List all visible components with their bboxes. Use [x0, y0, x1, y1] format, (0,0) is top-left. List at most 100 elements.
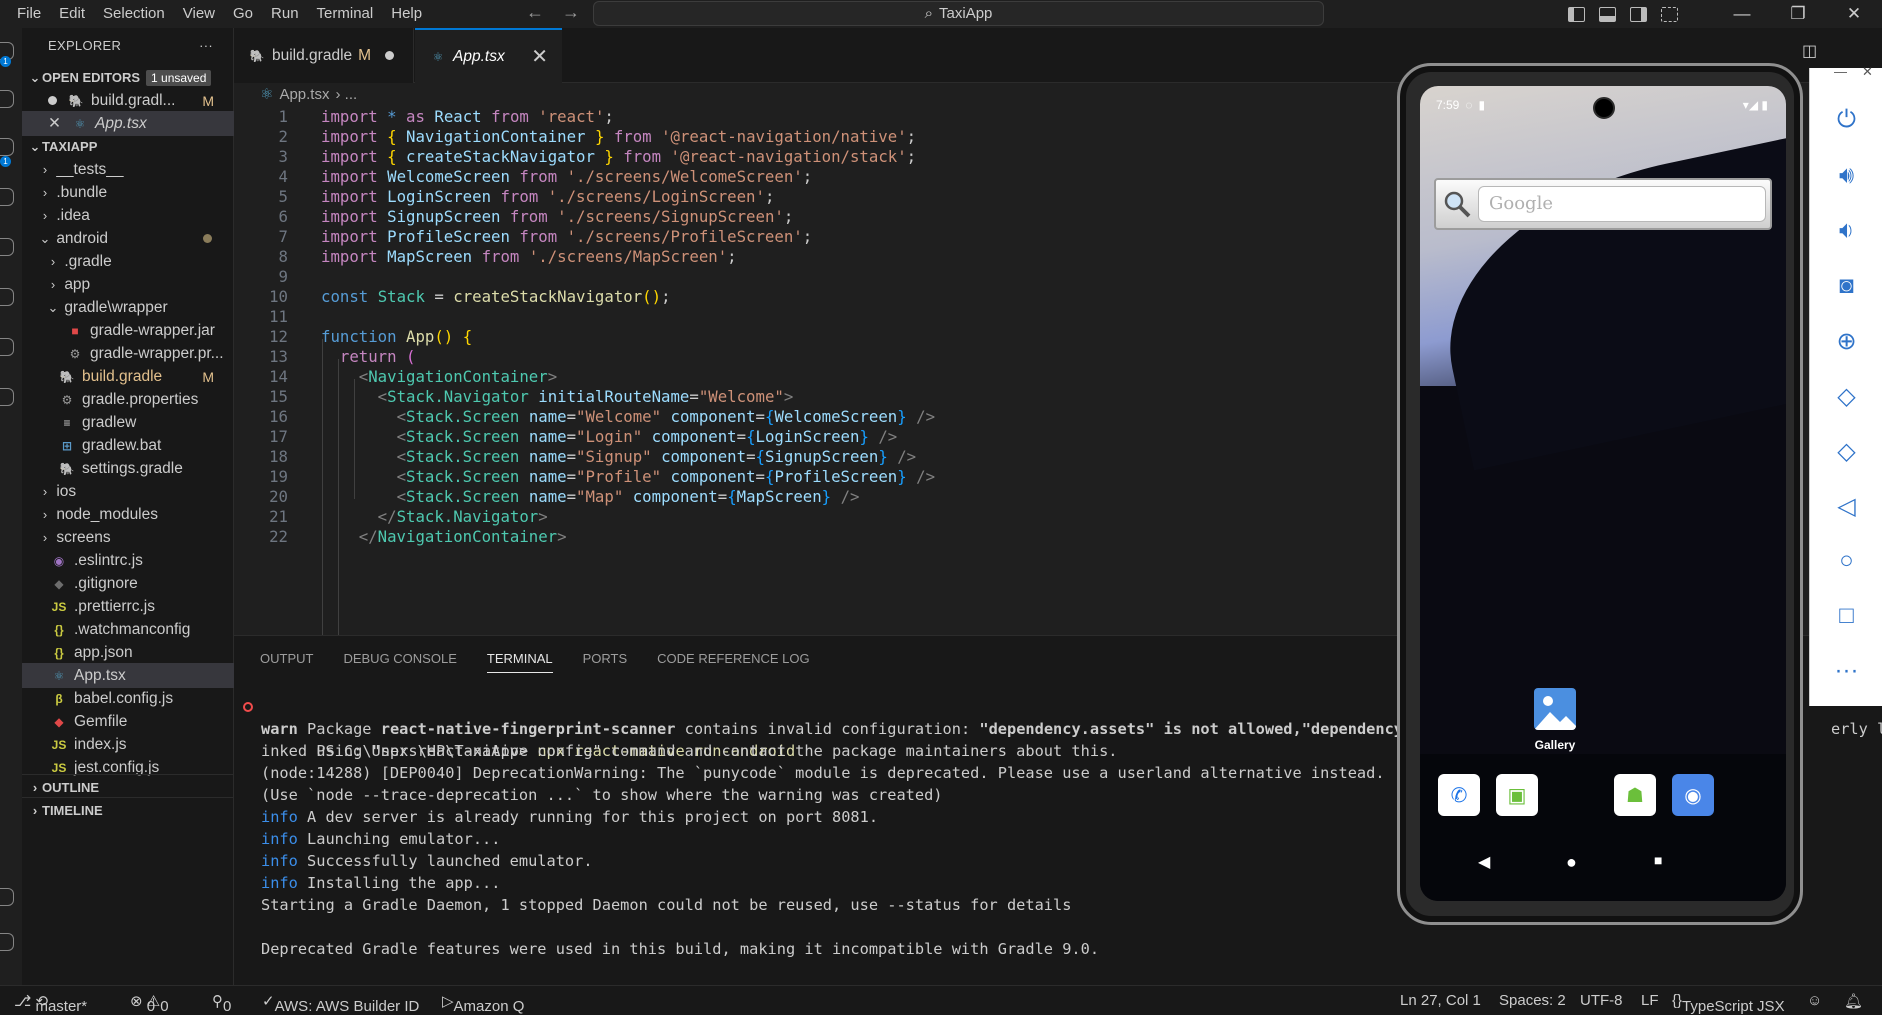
tree-item[interactable]: ⚙ gradle-wrapper.pr... [22, 341, 234, 366]
home-icon[interactable]: ○ [1810, 541, 1882, 581]
emulator-screen[interactable]: 7:59 ◌ ▮ ▾◢ ▮ Google Gallery ✆ ▣ ☗ ◉ ◀ ●… [1420, 86, 1786, 901]
open-editor-build-gradle[interactable]: 🐘 build.gradl... M [22, 88, 234, 113]
cursor-position[interactable]: Ln 27, Col 1 [1400, 992, 1481, 1009]
panel-tab-output[interactable]: OUTPUT [260, 651, 313, 673]
aws-activity-icon[interactable] [0, 288, 14, 306]
tree-item[interactable]: ≡ gradlew [22, 410, 234, 435]
timeline-section[interactable]: › TIMELINE [22, 797, 234, 822]
google-search-widget[interactable]: Google [1434, 178, 1772, 230]
tree-item[interactable]: › __tests__ [22, 157, 234, 182]
split-editor-icon[interactable]: ◫ [1802, 41, 1817, 61]
overview-icon[interactable]: □ [1810, 596, 1882, 636]
open-editor-app-tsx[interactable]: ✕ ⚛ App.tsx [22, 111, 234, 136]
panel-tab-code-reference-log[interactable]: CODE REFERENCE LOG [657, 651, 809, 673]
forward-arrow-icon[interactable]: → [562, 2, 580, 23]
close-editor-icon[interactable]: ✕ [48, 114, 61, 133]
remote-activity-icon[interactable] [0, 388, 14, 406]
restore-icon[interactable]: ❐ [1770, 4, 1826, 24]
project-section[interactable]: ⌄ TAXIAPP [22, 134, 234, 159]
tree-item[interactable]: › screens [22, 525, 234, 550]
tree-item[interactable]: ◆ .gitignore [22, 571, 234, 596]
menu-terminal[interactable]: Terminal [308, 0, 383, 28]
zoom-icon[interactable]: ⊕ [1810, 321, 1882, 361]
amazon-q-indicator[interactable]: ▷ Amazon Q [442, 992, 524, 1015]
close-tab-icon[interactable]: ✕ [531, 44, 548, 69]
tree-item[interactable]: ◆ Gemfile [22, 709, 234, 734]
tree-item[interactable]: ⚙ gradle.properties [22, 387, 234, 412]
explorer-more-icon[interactable]: ··· [199, 38, 213, 53]
toggle-panel-icon[interactable] [1599, 6, 1616, 22]
copilot-icon[interactable]: ☺ [1807, 992, 1822, 1009]
tree-item[interactable]: 🐘 build.gradle M [22, 364, 234, 389]
customize-layout-icon[interactable] [1661, 6, 1678, 22]
menu-go[interactable]: Go [224, 0, 262, 28]
tree-item[interactable]: ⌄ android [22, 226, 234, 251]
rotate-left-icon[interactable]: ◇ [1810, 376, 1882, 416]
problems-indicator[interactable]: ⊗ 0 ⚠ 0 [130, 992, 169, 1015]
tree-item[interactable]: ■ gradle-wrapper.jar [22, 318, 234, 343]
panel-tab-debug-console[interactable]: DEBUG CONSOLE [343, 651, 456, 673]
minimize-icon[interactable]: — [1714, 4, 1770, 24]
menu-view[interactable]: View [174, 0, 224, 28]
aws-indicator[interactable]: ✓ AWS: AWS Builder ID [262, 992, 419, 1015]
recents-nav-icon[interactable]: ■ [1654, 852, 1662, 868]
screenshot-icon[interactable]: ◙ [1810, 266, 1882, 306]
testing-activity-icon[interactable] [0, 338, 14, 356]
command-center-search[interactable]: ⌕ TaxiApp [593, 1, 1324, 26]
run-debug-activity-icon[interactable] [0, 188, 14, 206]
tab-build-gradle[interactable]: 🐘 build.gradle M [234, 28, 414, 83]
ports-indicator[interactable]: ⚲ 0 [212, 992, 231, 1015]
tree-item[interactable]: JS .prettierrc.js [22, 594, 234, 619]
volume-down-icon[interactable]: 🔉︎ [1810, 211, 1882, 251]
branch-indicator[interactable]: ⎇ master* ⟲ [14, 992, 87, 1015]
menu-file[interactable]: File [8, 0, 50, 28]
breadcrumb-rest[interactable]: › ... [335, 86, 357, 103]
tree-item[interactable]: › .idea [22, 203, 234, 228]
tree-item[interactable]: › .gradle [22, 249, 234, 274]
android-app-icon[interactable]: ☗ [1614, 774, 1656, 816]
rotate-right-icon[interactable]: ◇ [1810, 431, 1882, 471]
manage-activity-icon[interactable] [0, 933, 14, 951]
unsaved-dot-icon[interactable] [48, 96, 57, 105]
tab-app-tsx[interactable]: ⚛ App.tsx ✕ [415, 28, 562, 83]
back-nav-icon[interactable]: ◀ [1478, 852, 1490, 872]
phone-app-icon[interactable]: ✆ [1438, 774, 1480, 816]
notifications-bell-icon[interactable]: 🔔︎ [1844, 992, 1863, 1010]
menu-selection[interactable]: Selection [94, 0, 174, 28]
panel-tab-ports[interactable]: PORTS [583, 651, 628, 673]
tree-item[interactable]: ⊞ gradlew.bat [22, 433, 234, 458]
volume-up-icon[interactable]: 🔊︎ [1810, 156, 1882, 196]
camera-app-icon[interactable]: ◉ [1672, 774, 1714, 816]
tree-item[interactable]: ⚛ App.tsx [22, 663, 234, 688]
tree-item[interactable]: › .bundle [22, 180, 234, 205]
power-icon[interactable]: ⏻ [1810, 100, 1882, 140]
toggle-primary-sidebar-icon[interactable] [1568, 6, 1585, 22]
tree-item[interactable]: {} .watchmanconfig [22, 617, 234, 642]
menu-edit[interactable]: Edit [50, 0, 94, 28]
menu-run[interactable]: Run [262, 0, 308, 28]
code-editor[interactable]: 1 import * as React from 'react'; 2 import… [234, 105, 1394, 635]
menu-help[interactable]: Help [382, 0, 431, 28]
more-options-icon[interactable]: ··· [1810, 651, 1882, 691]
encoding[interactable]: UTF-8 [1580, 992, 1623, 1009]
google-search-field[interactable]: Google [1478, 186, 1766, 222]
store-app-icon[interactable]: ▣ [1496, 774, 1538, 816]
tree-item[interactable]: ⌄ gradle\wrapper [22, 295, 234, 320]
close-window-icon[interactable]: ✕ [1826, 4, 1882, 24]
extensions-activity-icon[interactable] [0, 238, 14, 256]
tree-item[interactable]: › app [22, 272, 234, 297]
toggle-secondary-sidebar-icon[interactable] [1630, 6, 1647, 22]
home-nav-icon[interactable]: ● [1566, 852, 1577, 873]
tree-item[interactable]: JS index.js [22, 732, 234, 757]
source-control-activity-icon[interactable] [0, 138, 14, 156]
panel-tab-terminal[interactable]: TERMINAL [486, 651, 553, 673]
language-mode[interactable]: {} TypeScript JSX [1672, 992, 1785, 1015]
tree-item[interactable]: ◉ .eslintrc.js [22, 548, 234, 573]
tree-item[interactable]: β babel.config.js [22, 686, 234, 711]
back-icon[interactable]: ◁ [1810, 486, 1882, 526]
indentation[interactable]: Spaces: 2 [1499, 992, 1566, 1009]
tree-item[interactable]: 🐘 settings.gradle [22, 456, 234, 481]
end-of-line[interactable]: LF [1641, 992, 1659, 1009]
tree-item[interactable]: {} app.json [22, 640, 234, 665]
minimize-emulator-icon[interactable]: — [1834, 64, 1847, 79]
